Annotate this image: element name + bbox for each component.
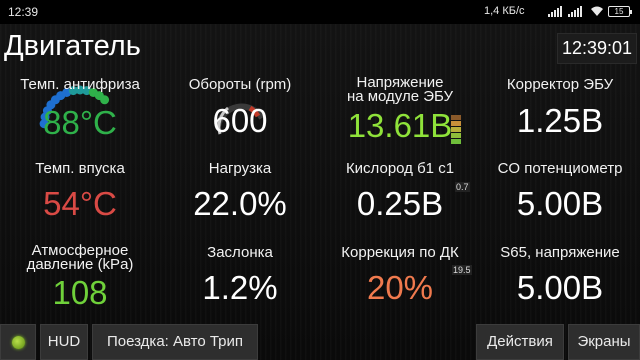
- gauge-dot: [100, 95, 110, 105]
- gauge-value: 108: [52, 274, 108, 311]
- gauge-scale-label: 19.5: [452, 265, 472, 275]
- battery-icon: 15: [608, 6, 632, 17]
- gauge-fuel-trim[interactable]: Коррекция по ДК 20% 19.5: [320, 235, 480, 327]
- gauge-label: Темп. антифриза: [20, 76, 140, 93]
- gauge-label: S65, напряжение: [500, 244, 620, 261]
- gauge-label: Кислород б1 с1: [345, 160, 455, 177]
- actions-button[interactable]: Действия: [476, 324, 564, 360]
- screens-button[interactable]: Экраны: [568, 324, 640, 360]
- gauge-label: Обороты (rpm): [188, 76, 292, 93]
- gauge-label: Нагрузка: [208, 160, 272, 177]
- gauge-value: 54°C: [43, 185, 117, 222]
- gauge-value: 88°C: [43, 104, 117, 141]
- gauge-value: 1.2%: [202, 269, 278, 306]
- gauge-value: 5.00В: [516, 269, 604, 306]
- status-time: 12:39: [8, 5, 39, 19]
- gauge-label: давление (kPa): [26, 256, 134, 273]
- gauge-value: 1.25В: [516, 102, 604, 139]
- wifi-icon: [591, 6, 603, 16]
- gauge-label: CO потенциометр: [497, 160, 623, 177]
- gauge-label: на модуле ЭБУ: [346, 88, 454, 105]
- gauge-coolant-temp[interactable]: Темп. антифриза 88°C: [0, 68, 160, 160]
- trip-button[interactable]: Поездка: Авто Трип: [92, 324, 258, 360]
- gauge-value: 20%: [366, 269, 434, 306]
- gauge-label: Темп. впуска: [35, 160, 125, 177]
- level-bar: [451, 115, 461, 144]
- clock-display: 12:39:01: [557, 33, 637, 64]
- gauge-value: 22.0%: [193, 185, 287, 222]
- gauge-scale-label: 0.7: [455, 182, 470, 192]
- gauge-rpm[interactable]: Обороты (rpm) 600: [160, 68, 320, 160]
- hud-button[interactable]: HUD: [40, 324, 88, 360]
- gauge-label: Коррекция по ДК: [341, 244, 459, 261]
- gauge-ecu-trim[interactable]: Корректор ЭБУ 1.25В: [480, 68, 640, 160]
- gauge-value: 600: [212, 102, 268, 139]
- gauge-ecu-voltage[interactable]: Напряжение на модуле ЭБУ 13.61В: [320, 68, 480, 160]
- gauge-s65-voltage[interactable]: S65, напряжение 5.00В: [480, 235, 640, 327]
- connection-led-icon: [12, 336, 25, 349]
- bottom-toolbar: HUD Поездка: Авто Трип Действия Экраны: [0, 324, 640, 360]
- gauge-baro-pressure[interactable]: Атмосферное давление (kPa) 108: [0, 235, 160, 327]
- signal-icon: [568, 6, 582, 17]
- connection-status-button[interactable]: [0, 324, 36, 360]
- gauge-co-pot[interactable]: CO потенциометр 5.00В: [480, 152, 640, 244]
- status-bar: 12:39 1,4 КБ/с 15: [0, 0, 640, 24]
- gauge-throttle[interactable]: Заслонка 1.2%: [160, 235, 320, 327]
- gauge-label: Корректор ЭБУ: [506, 76, 614, 93]
- gauge-value: 5.00В: [516, 185, 604, 222]
- gauge-load[interactable]: Нагрузка 22.0%: [160, 152, 320, 244]
- gauge-o2-sensor[interactable]: Кислород б1 с1 0.25В 0.7: [320, 152, 480, 244]
- signal-icon: [548, 6, 562, 17]
- gauge-label: Заслонка: [207, 244, 273, 261]
- gauge-intake-temp[interactable]: Темп. впуска 54°C: [0, 152, 160, 244]
- network-speed: 1,4 КБ/с: [484, 5, 525, 17]
- page-title: Двигатель: [4, 30, 141, 62]
